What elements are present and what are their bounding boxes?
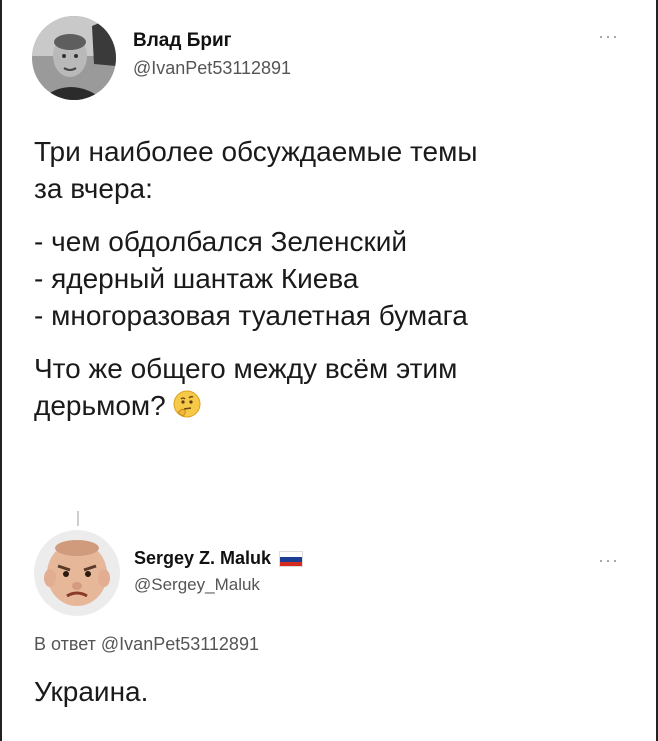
tweet-line: Три наиболее обсуждаемые темы [34,136,478,167]
tweet-line: - многоразовая туалетная бумага [34,300,468,331]
tweet-body: Три наиболее обсуждаемые темы за вчера: … [34,133,634,440]
reply-author-name-text[interactable]: Sergey Z. Maluk [134,548,271,568]
tweet-paragraph: Три наиболее обсуждаемые темы за вчера: [34,133,634,207]
tweet-line: - ядерный шантаж Киева [34,263,359,294]
left-frame-border [0,0,2,741]
reply-to-line: В ответ @IvanPet53112891 [34,634,259,655]
thread-connector-line [77,511,79,526]
tweet-paragraph: - чем обдолбался Зеленский - ядерный шан… [34,223,634,334]
reply-to-mention-link[interactable]: @IvanPet53112891 [101,634,259,654]
reply-body: Украина. [34,676,149,707]
reply-author-name[interactable]: Sergey Z. Maluk [134,548,304,569]
tweet-line: Что же общего между всём этим [34,353,458,384]
russia-flag-icon [279,551,304,568]
thinking-face-icon [172,389,202,419]
tweet-line: за вчера: [34,173,153,204]
author-avatar[interactable] [32,16,116,100]
author-name[interactable]: Влад Бриг [133,30,232,52]
tweet-line: - чем обдолбался Зеленский [34,226,407,257]
reply-author-avatar[interactable] [34,530,120,616]
tweet-paragraph: Что же общего между всём этим дерьмом? [34,350,634,424]
more-options-icon[interactable]: ··· [598,26,619,47]
tweet-line-text: дерьмом? [34,390,166,421]
author-handle[interactable]: @IvanPet53112891 [133,58,291,79]
reply-to-prefix: В ответ [34,634,96,654]
tweet-line: дерьмом? [34,387,634,424]
reply-author-handle[interactable]: @Sergey_Maluk [134,575,260,595]
reply-more-options-icon[interactable]: ··· [598,550,619,571]
